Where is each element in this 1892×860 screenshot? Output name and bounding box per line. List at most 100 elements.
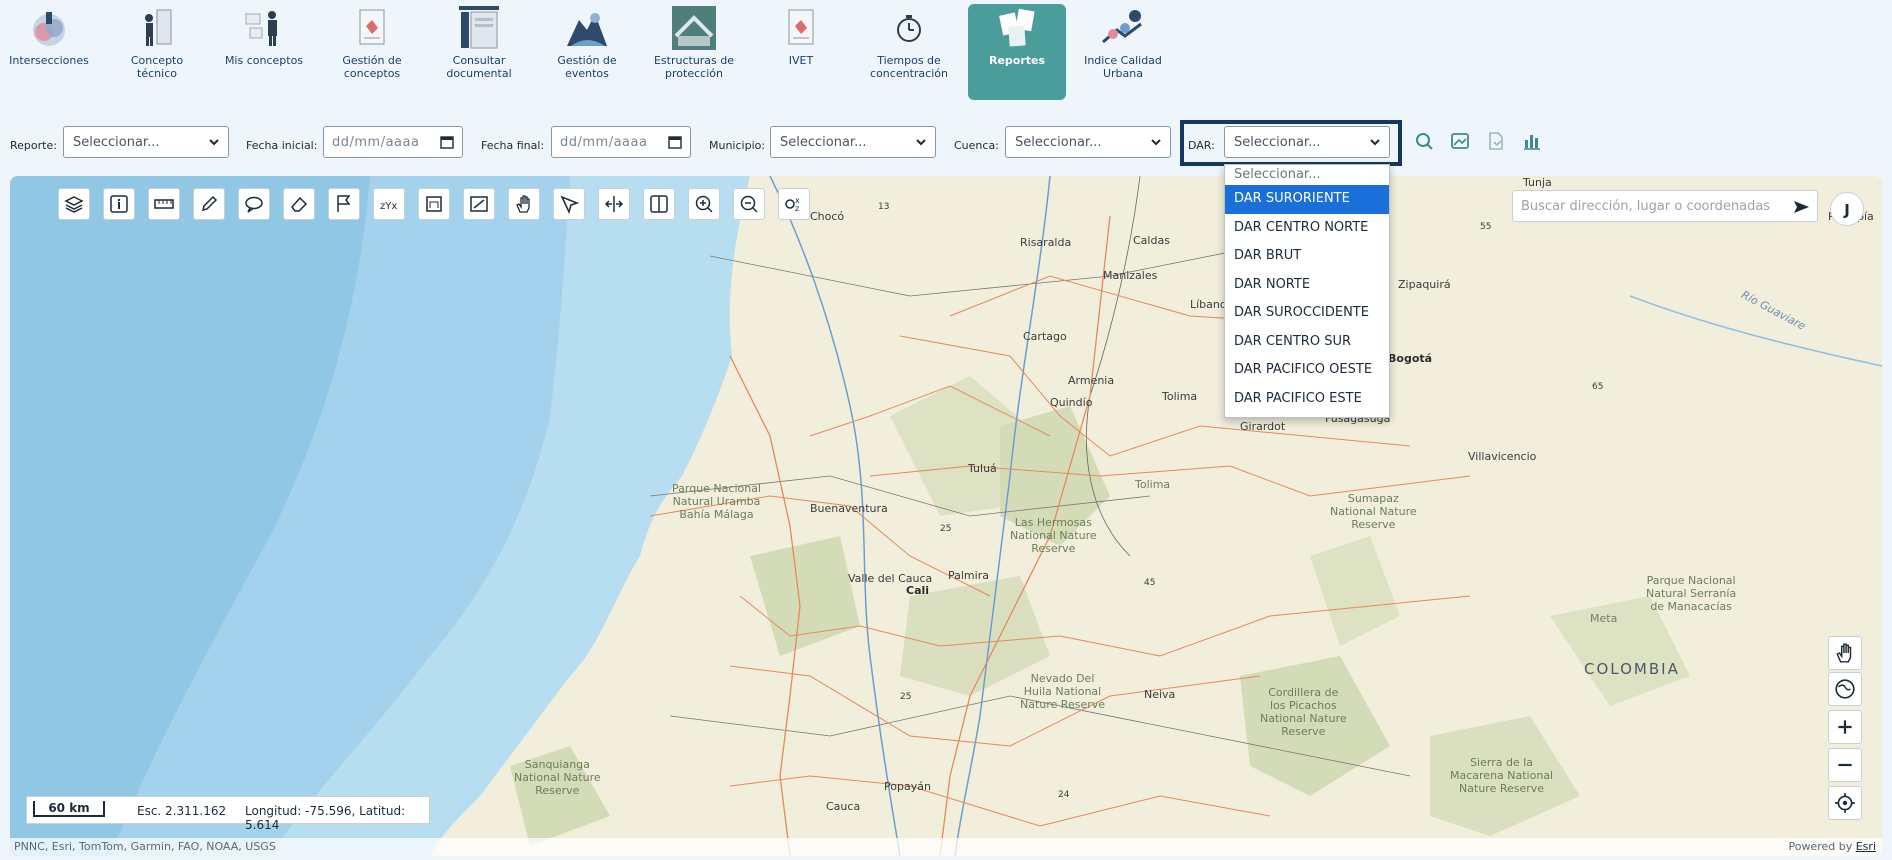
- nav-item-ivet[interactable]: IVET: [752, 4, 850, 100]
- dar-label: DAR:: [1188, 139, 1215, 152]
- pan-control[interactable]: [1828, 636, 1862, 670]
- dar-dropdown-list[interactable]: Seleccionar... DAR SURORIENTE DAR CENTRO…: [1224, 164, 1390, 418]
- address-search-placeholder: Buscar dirección, lugar o coordenadas: [1521, 199, 1771, 214]
- minus-icon: [1838, 763, 1852, 767]
- flag-tool[interactable]: [328, 188, 360, 220]
- dar-select-value: Seleccionar...: [1234, 135, 1321, 150]
- nav-item-consultar-documental[interactable]: Consultar documental: [430, 4, 528, 100]
- user-avatar[interactable]: J: [1830, 192, 1864, 226]
- cuenca-label: Cuenca:: [954, 139, 999, 152]
- select-tool[interactable]: [553, 188, 585, 220]
- map-label-caldas: Caldas: [1133, 234, 1170, 247]
- dropdown-option[interactable]: DAR PACIFICO OESTE: [1225, 356, 1389, 385]
- measure-tool[interactable]: [148, 188, 180, 220]
- calendar-icon[interactable]: [440, 135, 454, 149]
- speech-bubble-icon: [245, 196, 263, 213]
- split-view-tool[interactable]: [643, 188, 675, 220]
- nav-label: Intersecciones: [9, 54, 89, 67]
- ivet-icon: [788, 9, 814, 45]
- nav-item-intersecciones[interactable]: Intersecciones: [0, 4, 98, 100]
- cuenca-select[interactable]: Seleccionar...: [1005, 126, 1171, 158]
- pan-tool[interactable]: [508, 188, 540, 220]
- clear-tool[interactable]: xz: [778, 188, 810, 220]
- image-report-icon[interactable]: [1450, 131, 1470, 151]
- road-marker: 13: [878, 202, 890, 212]
- map-label-villavicencio: Villavicencio: [1468, 450, 1537, 463]
- print-tool[interactable]: [418, 188, 450, 220]
- swipe-tool[interactable]: [598, 188, 630, 220]
- fecha-inicial-input[interactable]: dd/mm/aaaa: [323, 126, 463, 158]
- calendar-icon[interactable]: [668, 135, 682, 149]
- reporte-select[interactable]: Seleccionar...: [63, 126, 229, 158]
- reports-icon: [999, 8, 1035, 47]
- dropdown-option-placeholder[interactable]: Seleccionar...: [1225, 165, 1389, 185]
- nav-item-gestion-eventos[interactable]: Gestión de eventos: [538, 4, 636, 100]
- document-export-icon[interactable]: [1486, 131, 1506, 151]
- send-arrow-icon[interactable]: [1791, 197, 1811, 217]
- search-icon[interactable]: [1414, 131, 1434, 151]
- coordinates-readout: Longitud: -75.596, Latitud: 5.614: [245, 804, 406, 832]
- xyz-icon: zYx: [380, 201, 397, 212]
- road-marker: 65: [1592, 382, 1604, 392]
- nav-item-tiempos-concentracion[interactable]: Tiempos de concentración: [860, 4, 958, 100]
- zoom-in-tool[interactable]: [688, 188, 720, 220]
- municipio-select[interactable]: Seleccionar...: [770, 126, 936, 158]
- split-view-icon: [650, 195, 668, 213]
- nav-item-estructuras-proteccion[interactable]: Estructuras de protección: [645, 4, 743, 100]
- dropdown-option[interactable]: DAR NORTE: [1225, 271, 1389, 300]
- layers-tool[interactable]: [58, 188, 90, 220]
- coordinates-tool[interactable]: zYx: [373, 188, 405, 220]
- powered-by-text: Powered by: [1788, 840, 1856, 853]
- dropdown-option[interactable]: DAR CENTRO SUR: [1225, 328, 1389, 357]
- dropdown-option[interactable]: DAR PACIFICO ESTE: [1225, 385, 1389, 414]
- map-label-palmira: Palmira: [948, 569, 989, 582]
- print-map-icon: [426, 196, 442, 212]
- nav-label: Estructuras de protección: [653, 54, 735, 80]
- zoom-out-button[interactable]: [1828, 748, 1862, 782]
- road-marker: 24: [1058, 790, 1070, 800]
- locate-button[interactable]: [1828, 786, 1862, 820]
- road-marker: 55: [1480, 222, 1492, 232]
- chevron-down-icon: [1151, 139, 1161, 146]
- map-edit-tool[interactable]: [463, 188, 495, 220]
- nav-item-gestion-conceptos[interactable]: Gestión de conceptos: [323, 4, 421, 100]
- bar-chart-icon[interactable]: [1522, 131, 1542, 151]
- nav-item-indice-calidad-urbana[interactable]: Indice Calidad Urbana: [1074, 4, 1172, 100]
- nav-item-concepto-tecnico[interactable]: Concepto técnico: [108, 4, 206, 100]
- nav-item-reportes[interactable]: Reportes: [968, 4, 1066, 100]
- nav-item-mis-conceptos[interactable]: Mis conceptos: [215, 4, 313, 100]
- crosshair-icon: [1835, 793, 1855, 813]
- zoom-in-button[interactable]: [1828, 710, 1862, 744]
- dropdown-option[interactable]: DAR SUROCCIDENTE: [1225, 299, 1389, 328]
- address-search-input[interactable]: Buscar dirección, lugar o coordenadas: [1512, 190, 1818, 222]
- map-label-cali: Cali: [906, 584, 930, 597]
- map-label-tolima-city: Tolima: [1162, 390, 1198, 403]
- map-label-tulua: Tuluá: [968, 462, 997, 475]
- nav-label: Tiempos de concentración: [870, 54, 948, 80]
- dar-select[interactable]: Seleccionar...: [1224, 126, 1390, 158]
- intersections-icon: [33, 12, 65, 46]
- erase-tool[interactable]: [283, 188, 315, 220]
- scale-readout: 60 km Esc. 2.311.162 Longitud: -75.596, …: [26, 796, 430, 832]
- map-label-choco: Chocó: [810, 210, 845, 223]
- globe-control[interactable]: [1828, 672, 1862, 706]
- reporte-select-value: Seleccionar...: [73, 135, 160, 150]
- fecha-final-input[interactable]: dd/mm/aaaa: [551, 126, 691, 158]
- hand-icon: [516, 195, 530, 213]
- annotation-tool[interactable]: [238, 188, 270, 220]
- dropdown-option[interactable]: DAR BRUT: [1225, 242, 1389, 271]
- globe-icon: [1835, 679, 1855, 699]
- esri-link[interactable]: Esri: [1856, 840, 1876, 853]
- zoom-out-tool[interactable]: [733, 188, 765, 220]
- info-tool[interactable]: [103, 188, 135, 220]
- hand-icon: [1836, 643, 1852, 663]
- cursor-select-icon: [560, 195, 580, 215]
- dropdown-option[interactable]: DAR CENTRO NORTE: [1225, 214, 1389, 243]
- map-view[interactable]: Tunja Chocó Risaralda Caldas Manizales L…: [10, 176, 1882, 856]
- zoom-out-icon: [740, 195, 758, 213]
- map-label-picachos: Cordillera de los Picachos National Natu…: [1260, 686, 1347, 738]
- draw-tool[interactable]: [193, 188, 225, 220]
- my-concepts-icon: [245, 11, 277, 46]
- urban-quality-icon: [1102, 10, 1142, 44]
- dropdown-option[interactable]: DAR SURORIENTE: [1225, 185, 1389, 214]
